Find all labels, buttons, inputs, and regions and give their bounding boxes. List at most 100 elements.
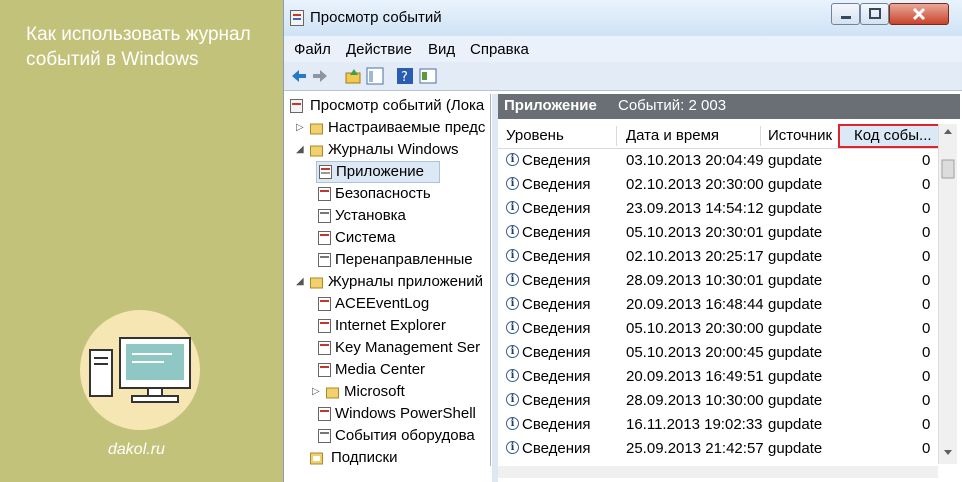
folder-icon bbox=[310, 123, 323, 135]
log-icon bbox=[318, 363, 331, 377]
vertical-scrollbar[interactable] bbox=[938, 124, 957, 464]
show-hide-tree-icon[interactable] bbox=[366, 67, 384, 85]
table-row[interactable]: i Сведения 20.09.2013 16:49:51 gupdate 0 bbox=[498, 365, 938, 389]
log-icon bbox=[318, 429, 331, 443]
table-row[interactable]: i Сведения 05.10.2013 20:30:00 gupdate 0 bbox=[498, 317, 938, 341]
column-event-code[interactable]: Код собы... bbox=[838, 124, 942, 148]
cell-source: gupdate bbox=[768, 200, 823, 217]
column-level[interactable]: Уровень bbox=[506, 127, 564, 144]
table-row[interactable]: i Сведения 28.09.2013 10:30:00 gupdate 0 bbox=[498, 389, 938, 413]
log-icon bbox=[318, 209, 331, 223]
cell-date: 20.09.2013 16:48:44 bbox=[626, 296, 764, 313]
cell-level: Сведения bbox=[522, 344, 591, 361]
cell-event-code: 0 bbox=[922, 368, 931, 385]
info-icon: i bbox=[506, 153, 519, 166]
minimize-button[interactable] bbox=[831, 3, 860, 25]
table-row[interactable]: i Сведения 03.10.2013 20:04:49 gupdate 0 bbox=[498, 149, 938, 173]
cell-event-code: 0 bbox=[922, 320, 931, 337]
maximize-icon bbox=[869, 8, 881, 19]
scroll-arrows-icon bbox=[941, 129, 955, 455]
svg-text:?: ? bbox=[401, 70, 408, 85]
toolbar: ? bbox=[284, 62, 962, 91]
cell-date: 28.09.2013 10:30:01 bbox=[626, 272, 764, 289]
cell-source: gupdate bbox=[768, 416, 823, 433]
log-icon bbox=[318, 341, 331, 355]
forward-icon[interactable] bbox=[311, 67, 329, 85]
cell-date: 23.09.2013 14:54:12 bbox=[626, 200, 764, 217]
info-icon: i bbox=[506, 369, 519, 382]
table-row[interactable]: i Сведения 25.09.2013 21:42:57 gupdate 0 bbox=[498, 437, 938, 461]
cell-date: 28.09.2013 10:30:00 bbox=[626, 392, 764, 409]
horizontal-scrollbar[interactable] bbox=[498, 466, 938, 478]
info-icon: i bbox=[506, 417, 519, 430]
cell-event-code: 0 bbox=[922, 296, 931, 313]
table-row[interactable]: i Сведения 28.09.2013 10:30:01 gupdate 0 bbox=[498, 269, 938, 293]
properties-icon[interactable] bbox=[419, 67, 437, 85]
column-source[interactable]: Источник bbox=[768, 127, 832, 144]
log-icon bbox=[318, 319, 331, 333]
table-row[interactable]: i Сведения 05.10.2013 20:30:01 gupdate 0 bbox=[498, 221, 938, 245]
title-bar[interactable]: Просмотр событий bbox=[284, 0, 962, 36]
collapse-arrow-icon[interactable]: ◢ bbox=[296, 144, 304, 155]
menu-action[interactable]: Действие bbox=[346, 41, 412, 58]
back-icon[interactable] bbox=[290, 67, 308, 85]
promo-panel: Как использовать журнал событий в Window… bbox=[0, 0, 283, 482]
cell-level: Сведения bbox=[522, 176, 591, 193]
cell-source: gupdate bbox=[768, 392, 823, 409]
cell-event-code: 0 bbox=[922, 200, 931, 217]
info-icon: i bbox=[506, 441, 519, 454]
cell-level: Сведения bbox=[522, 224, 591, 241]
table-row[interactable]: i Сведения 02.10.2013 20:25:17 gupdate 0 bbox=[498, 245, 938, 269]
cell-event-code: 0 bbox=[922, 272, 931, 289]
menu-file[interactable]: Файл bbox=[294, 41, 331, 58]
cell-source: gupdate bbox=[768, 272, 823, 289]
info-icon: i bbox=[506, 345, 519, 358]
cell-date: 05.10.2013 20:30:00 bbox=[626, 320, 764, 337]
cell-level: Сведения bbox=[522, 368, 591, 385]
log-icon bbox=[318, 231, 331, 245]
cell-event-code: 0 bbox=[922, 344, 931, 361]
collapse-arrow-icon[interactable]: ◢ bbox=[296, 276, 304, 287]
cell-level: Сведения bbox=[522, 392, 591, 409]
cell-level: Сведения bbox=[522, 272, 591, 289]
folder-icon bbox=[326, 387, 339, 399]
cell-level: Сведения bbox=[522, 152, 591, 169]
cell-event-code: 0 bbox=[922, 392, 931, 409]
tree-item-application[interactable]: Приложение bbox=[316, 161, 440, 183]
navigation-tree: Просмотр событий (Лока ▷ Настраиваемые п… bbox=[288, 94, 491, 466]
minimize-icon bbox=[841, 16, 851, 19]
maximize-button[interactable] bbox=[860, 3, 889, 25]
table-row[interactable]: i Сведения 05.10.2013 20:00:45 gupdate 0 bbox=[498, 341, 938, 365]
cell-date: 16.11.2013 19:02:33 bbox=[626, 416, 763, 433]
expand-arrow-icon[interactable]: ▷ bbox=[296, 122, 304, 133]
menu-view[interactable]: Вид bbox=[428, 41, 455, 58]
menu-bar: Файл Действие Вид Справка bbox=[284, 36, 962, 62]
cell-source: gupdate bbox=[768, 440, 823, 457]
cell-source: gupdate bbox=[768, 320, 823, 337]
computer-icon bbox=[89, 337, 191, 403]
table-row[interactable]: i Сведения 23.09.2013 14:54:12 gupdate 0 bbox=[498, 197, 938, 221]
table-row[interactable]: i Сведения 20.09.2013 16:48:44 gupdate 0 bbox=[498, 293, 938, 317]
column-date[interactable]: Дата и время bbox=[626, 127, 719, 144]
cell-level: Сведения bbox=[522, 416, 591, 433]
cell-event-code: 0 bbox=[922, 176, 931, 193]
cell-date: 05.10.2013 20:30:01 bbox=[626, 224, 764, 241]
cell-level: Сведения bbox=[522, 200, 591, 217]
folder-icon bbox=[310, 277, 323, 289]
cell-event-code: 0 bbox=[922, 224, 931, 241]
cell-event-code: 0 bbox=[922, 152, 931, 169]
expand-arrow-icon[interactable]: ▷ bbox=[312, 386, 320, 397]
cell-date: 20.09.2013 16:49:51 bbox=[626, 368, 764, 385]
table-row[interactable]: i Сведения 02.10.2013 20:30:00 gupdate 0 bbox=[498, 173, 938, 197]
cell-event-code: 0 bbox=[922, 248, 931, 265]
cell-date: 02.10.2013 20:30:00 bbox=[626, 176, 764, 193]
up-icon[interactable] bbox=[344, 67, 362, 85]
events-count: Событий: 2 003 bbox=[618, 97, 727, 114]
close-button[interactable] bbox=[889, 3, 949, 25]
cell-date: 25.09.2013 21:42:57 bbox=[626, 440, 764, 457]
help-icon[interactable]: ? bbox=[396, 67, 414, 85]
table-row[interactable]: i Сведения 16.11.2013 19:02:33 gupdate 0 bbox=[498, 413, 938, 437]
cell-source: gupdate bbox=[768, 344, 823, 361]
menu-help[interactable]: Справка bbox=[470, 41, 529, 58]
cell-date: 02.10.2013 20:25:17 bbox=[626, 248, 764, 265]
